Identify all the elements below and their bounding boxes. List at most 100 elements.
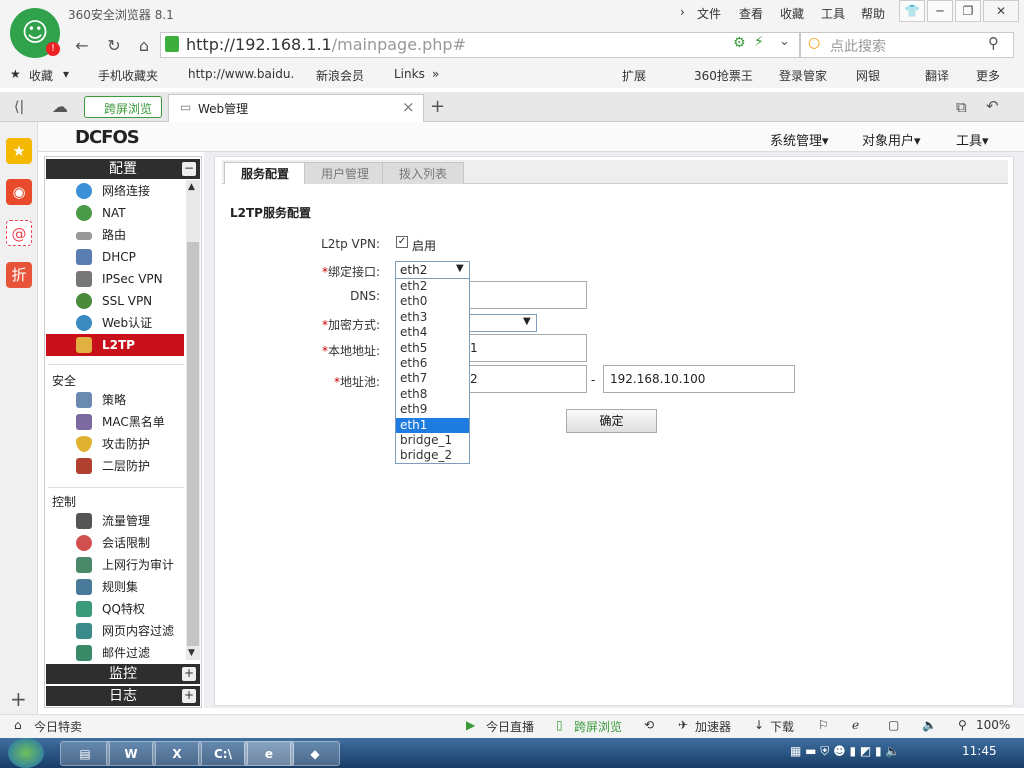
- sidebar-item-route[interactable]: 路由: [46, 224, 184, 246]
- interface-option[interactable]: eth2: [396, 279, 469, 294]
- interface-option[interactable]: eth7: [396, 371, 469, 386]
- restore-tab-icon[interactable]: ⧉: [956, 98, 967, 116]
- sidebar-config-header[interactable]: 配置 −: [46, 159, 200, 179]
- menu-file[interactable]: 文件: [697, 5, 721, 22]
- volume-icon[interactable]: 🔈: [922, 718, 937, 732]
- confirm-button[interactable]: 确定: [566, 409, 657, 433]
- sidebar-item-mail-filter[interactable]: 邮件过滤: [46, 642, 184, 664]
- menu-object-user[interactable]: 对象用户▾: [862, 130, 921, 149]
- l2tp-enable-checkbox[interactable]: ✓: [396, 236, 408, 248]
- chevron-down-icon[interactable]: ▼: [456, 263, 464, 274]
- scroll-down-icon[interactable]: ▼: [188, 648, 195, 658]
- browser-logo-icon[interactable]: ☺!: [10, 8, 60, 58]
- bookmark-extensions[interactable]: 扩展: [622, 67, 646, 84]
- bookmark-mobile[interactable]: 手机收藏夹: [98, 67, 158, 84]
- undo-close-icon[interactable]: ↶: [986, 97, 999, 115]
- start-button-icon[interactable]: [8, 738, 44, 768]
- interface-option[interactable]: eth9: [396, 402, 469, 417]
- minimize-button[interactable]: ─: [927, 0, 953, 22]
- app-task-icon[interactable]: ◆: [290, 741, 340, 766]
- bookmark-favorites[interactable]: 收藏: [29, 67, 53, 84]
- add-icon[interactable]: +: [10, 687, 27, 711]
- new-tab-button[interactable]: +: [430, 96, 445, 117]
- menu-tools-app[interactable]: 工具▾: [956, 130, 989, 149]
- favorites-icon[interactable]: ★: [6, 138, 32, 164]
- discount-icon[interactable]: 折: [6, 262, 32, 288]
- scroll-up-icon[interactable]: ▲: [188, 182, 195, 192]
- search-engine-icon[interactable]: ○: [808, 35, 820, 51]
- search-icon[interactable]: ⚲: [988, 34, 999, 52]
- sidebar-item-dhcp[interactable]: DHCP: [46, 246, 184, 268]
- status-download[interactable]: 下载: [770, 718, 794, 735]
- sidebar-item-ruleset[interactable]: 规则集: [46, 576, 184, 598]
- tab-close-icon[interactable]: ×: [402, 98, 415, 116]
- tab-user-management[interactable]: 用户管理: [304, 162, 387, 184]
- bookmark-more[interactable]: 更多: [976, 67, 1000, 84]
- sidebar-item-nat[interactable]: NAT: [46, 202, 184, 224]
- back-icon[interactable]: ←: [70, 34, 94, 58]
- mail-icon[interactable]: @: [6, 220, 32, 246]
- maximize-button[interactable]: ❐: [955, 0, 981, 22]
- sidebar-item-webauth[interactable]: Web认证: [46, 312, 184, 334]
- interface-option[interactable]: eth0: [396, 294, 469, 309]
- interface-option[interactable]: bridge_1: [396, 433, 469, 448]
- compat-mode-icon[interactable]: ⚙: [733, 35, 746, 51]
- sidebar-item-audit[interactable]: 上网行为审计: [46, 554, 184, 576]
- cmd-task-icon[interactable]: C:\: [198, 741, 248, 766]
- speed-mode-icon[interactable]: ⚡: [754, 34, 764, 50]
- status-live[interactable]: 今日直播: [486, 718, 534, 735]
- menu-view[interactable]: 查看: [739, 5, 763, 22]
- bookmark-translate[interactable]: 翻译: [925, 67, 949, 84]
- sidebar-item-l2tp[interactable]: L2TP: [46, 334, 184, 356]
- menu-back-icon[interactable]: ›: [680, 5, 685, 19]
- bookmark-login[interactable]: 登录管家: [779, 67, 827, 84]
- menu-favorites[interactable]: 收藏: [780, 5, 804, 22]
- bookmark-baidu[interactable]: http://www.baidu.: [188, 67, 294, 81]
- window-icon[interactable]: ▢: [888, 718, 899, 732]
- interface-option[interactable]: bridge_2: [396, 448, 469, 463]
- sidebar-item-attack-defense[interactable]: 攻击防护: [46, 433, 184, 455]
- ie-icon[interactable]: ℯ: [852, 718, 859, 732]
- sidebar-item-mac-blacklist[interactable]: MAC黑名单: [46, 411, 184, 433]
- collapse-icon[interactable]: −: [182, 162, 196, 176]
- bookmark-ticket[interactable]: 360抢票王: [694, 67, 753, 84]
- expand-icon[interactable]: +: [182, 689, 196, 703]
- interface-option[interactable]: eth6: [396, 356, 469, 371]
- status-accelerator[interactable]: 加速器: [695, 718, 731, 735]
- zoom-icon[interactable]: ⚲: [958, 718, 967, 732]
- close-button[interactable]: ✕: [983, 0, 1019, 22]
- expand-icon[interactable]: +: [182, 667, 196, 681]
- sidebar-item-traffic[interactable]: 流量管理: [46, 510, 184, 532]
- sidebar-item-qq[interactable]: QQ特权: [46, 598, 184, 620]
- sidebar-item-ipsec[interactable]: IPSec VPN: [46, 268, 184, 290]
- sidebar-monitor-header[interactable]: 监控 +: [46, 664, 200, 684]
- explorer-task-icon[interactable]: ▤: [60, 741, 110, 766]
- excel-task-icon[interactable]: X: [152, 741, 202, 766]
- interface-option[interactable]: eth3: [396, 310, 469, 325]
- status-cross-screen[interactable]: 跨屏浏览: [574, 718, 622, 735]
- word-task-icon[interactable]: W: [106, 741, 156, 766]
- sidebar-item-network[interactable]: 网络连接: [46, 180, 184, 202]
- sidebar-toggle-icon[interactable]: ⟨|: [14, 99, 24, 115]
- sidebar-item-sslvpn[interactable]: SSL VPN: [46, 290, 184, 312]
- menu-help[interactable]: 帮助: [861, 5, 885, 22]
- pool-end-input[interactable]: 192.168.10.100: [603, 365, 795, 393]
- weibo-icon[interactable]: ◉: [6, 179, 32, 205]
- interface-option[interactable]: eth8: [396, 387, 469, 402]
- history-icon[interactable]: ⟲: [644, 718, 654, 732]
- sidebar-item-policy[interactable]: 策略: [46, 389, 184, 411]
- bookmark-links[interactable]: Links: [394, 67, 425, 81]
- browser-task-icon[interactable]: e: [244, 741, 294, 766]
- url-dropdown-icon[interactable]: ⌄: [779, 34, 790, 49]
- tab-service-config[interactable]: 服务配置: [224, 162, 307, 184]
- home-icon[interactable]: ⌂: [132, 34, 156, 58]
- cloud-icon[interactable]: ☁: [52, 97, 68, 116]
- bookmark-bank[interactable]: 网银: [856, 67, 880, 84]
- chevron-down-icon[interactable]: ▼: [523, 316, 531, 327]
- interface-option-highlighted[interactable]: eth1: [396, 418, 469, 434]
- tray-icons[interactable]: ▦ ▬ ⛨ ☻ ▮ ◩ ▮ 🔈: [790, 744, 900, 759]
- sidebar-scrollbar-thumb[interactable]: [187, 242, 199, 646]
- taskbar-clock[interactable]: 11:45: [962, 744, 997, 758]
- interface-option[interactable]: eth5: [396, 341, 469, 356]
- menu-tools[interactable]: 工具: [821, 5, 845, 22]
